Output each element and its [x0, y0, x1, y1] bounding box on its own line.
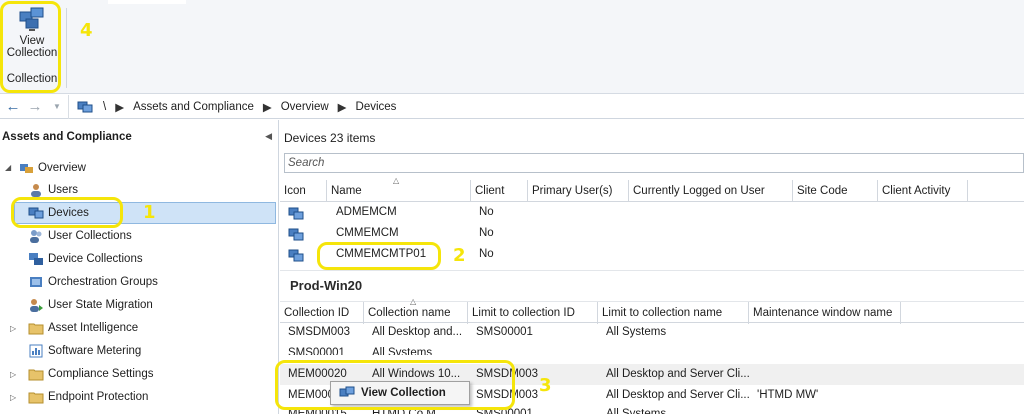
column-header-client-activity[interactable]: Client Activity	[878, 180, 968, 202]
details-title: Prod-Win20	[290, 278, 363, 293]
ribbon-active-tab[interactable]	[108, 0, 186, 4]
orchestration-groups-icon	[30, 277, 42, 287]
tree-item-label: User Collections	[48, 230, 132, 242]
callout-devices-node	[11, 197, 123, 228]
breadcrumb-assets-and-compliance[interactable]: Assets and Compliance	[133, 101, 254, 113]
callout-ribbon-button	[0, 1, 61, 93]
sort-ascending-icon: △	[410, 297, 417, 306]
table-row-client: No	[479, 248, 494, 260]
table-row-limit-name: All Desktop and Server Cli...	[606, 389, 750, 401]
tree-item-label: Orchestration Groups	[48, 276, 158, 288]
callout-device-row	[317, 242, 441, 270]
forward-arrow-icon[interactable]: →	[26, 98, 44, 116]
column-header-currently-logged-on-user[interactable]: Currently Logged on User	[629, 180, 793, 202]
folder-icon	[28, 323, 44, 335]
callout-number-3: 3	[539, 375, 552, 396]
tree-item-device-collections[interactable]: Device Collections	[28, 248, 143, 270]
table-row-limit-name: All Systems	[606, 408, 667, 414]
table-row-maintenance-window: 'HTMD MW'	[757, 389, 819, 401]
table-row-limit-id: SMS00001	[476, 326, 533, 338]
tree-item-overview[interactable]: Overview	[18, 157, 86, 179]
results-title-prefix: Devices	[284, 131, 327, 145]
table-row-name[interactable]: CMMEMCM	[336, 227, 399, 239]
search-input[interactable]: Search	[284, 153, 1024, 173]
ribbon: View Collection Collection	[0, 0, 1024, 94]
callout-number-4: 4	[80, 20, 93, 41]
breadcrumb-arrow-icon[interactable]: ▶	[115, 100, 124, 114]
tree-item-user-state-migration[interactable]: User State Migration	[28, 294, 153, 316]
tree-item-label: Endpoint Protection	[48, 391, 149, 403]
tree-item-label: Asset Intelligence	[48, 322, 139, 334]
table-row-client: No	[479, 227, 494, 239]
table-row-collection-name[interactable]: All Desktop and...	[372, 326, 464, 338]
navigation-pane-header: Assets and Compliance	[2, 131, 132, 143]
table-row-client: No	[479, 206, 494, 218]
device-icon	[288, 207, 304, 220]
table-row-collection-id[interactable]: SMSDM003	[288, 326, 350, 338]
breadcrumb-devices[interactable]: Devices	[356, 101, 397, 113]
address-bar: ← → ▼ \ ▶ Assets and Compliance ▶ Overvi…	[0, 95, 1024, 119]
tree-item-user-collections[interactable]: User Collections	[28, 225, 132, 247]
results-item-count: 23 items	[330, 131, 376, 145]
expand-arrow-icon[interactable]: ▷	[10, 393, 16, 402]
tree-item-endpoint-protection[interactable]: Endpoint Protection	[28, 386, 148, 408]
table-row-limit-name: All Desktop and Server Cli...	[606, 368, 750, 380]
sort-ascending-icon: △	[393, 176, 400, 185]
device-icon	[288, 228, 304, 241]
table-row-name[interactable]: ADMEMCM	[336, 206, 397, 218]
breadcrumb-root-separator: \	[103, 101, 107, 113]
tree-item-label: Overview	[38, 162, 86, 174]
back-arrow-icon[interactable]: ←	[4, 98, 22, 116]
tree-item-label: Users	[48, 184, 79, 196]
folder-icon	[28, 392, 44, 404]
expand-arrow-icon[interactable]: ◢	[5, 163, 11, 172]
device-icon	[288, 249, 304, 262]
device-list-header: Icon Name Client Primary User(s) Current…	[280, 180, 1024, 202]
user-collections-icon	[30, 230, 42, 243]
column-header-collection-id[interactable]: Collection ID	[280, 302, 364, 324]
callout-number-1: 1	[143, 202, 156, 223]
expand-arrow-icon[interactable]: ▷	[10, 370, 16, 379]
tree-item-orchestration-groups[interactable]: Orchestration Groups	[28, 271, 158, 293]
overview-icon	[20, 164, 33, 173]
console-root-icon[interactable]	[77, 100, 93, 114]
tree-item-label: Compliance Settings	[48, 368, 154, 380]
user-state-migration-icon	[30, 299, 43, 312]
tree-item-compliance-settings[interactable]: Compliance Settings	[28, 363, 153, 385]
expand-arrow-icon[interactable]: ▷	[10, 324, 16, 333]
folder-icon	[28, 369, 44, 381]
details-divider	[280, 270, 1024, 271]
users-icon	[31, 184, 41, 197]
history-dropdown-icon[interactable]: ▼	[48, 98, 66, 116]
collapse-pane-icon[interactable]: ◀	[265, 131, 272, 142]
column-header-primary-users[interactable]: Primary User(s)	[528, 180, 629, 202]
collection-list-header: Collection ID Collection name Limit to c…	[280, 301, 1024, 324]
navigation-pane: Assets and Compliance ◀ ◢ Overview Users…	[0, 120, 279, 414]
software-metering-icon	[29, 344, 43, 358]
tree-item-label: User State Migration	[48, 299, 153, 311]
tree-item-label: Device Collections	[48, 253, 143, 265]
column-header-maintenance-window-name[interactable]: Maintenance window name	[749, 302, 901, 324]
table-row-collection-id[interactable]: SMS00001	[288, 347, 345, 355]
table-row-limit-name: All Systems	[606, 326, 667, 338]
device-collections-icon	[29, 253, 43, 265]
callout-context-menu	[275, 360, 515, 410]
ribbon-separator	[66, 8, 67, 88]
tree-item-label: Software Metering	[48, 345, 142, 357]
breadcrumb-arrow-icon[interactable]: ▶	[338, 100, 347, 114]
tree-item-asset-intelligence[interactable]: Asset Intelligence	[28, 317, 138, 339]
column-header-limit-to-collection-name[interactable]: Limit to collection name	[598, 302, 749, 324]
breadcrumb-overview[interactable]: Overview	[281, 101, 329, 113]
table-row-collection-name[interactable]: All Systems	[372, 347, 432, 355]
column-header-limit-to-collection-id[interactable]: Limit to collection ID	[468, 302, 598, 324]
callout-number-2: 2	[453, 245, 466, 266]
results-pane-title: Devices 23 items	[284, 131, 375, 145]
breadcrumb-arrow-icon[interactable]: ▶	[263, 100, 272, 114]
breadcrumb: \ ▶ Assets and Compliance ▶ Overview ▶ D…	[68, 95, 1024, 119]
tree-item-software-metering[interactable]: Software Metering	[28, 340, 141, 362]
column-header-site-code[interactable]: Site Code	[793, 180, 878, 202]
column-header-icon[interactable]: Icon	[280, 180, 327, 202]
column-header-client[interactable]: Client	[471, 180, 528, 202]
